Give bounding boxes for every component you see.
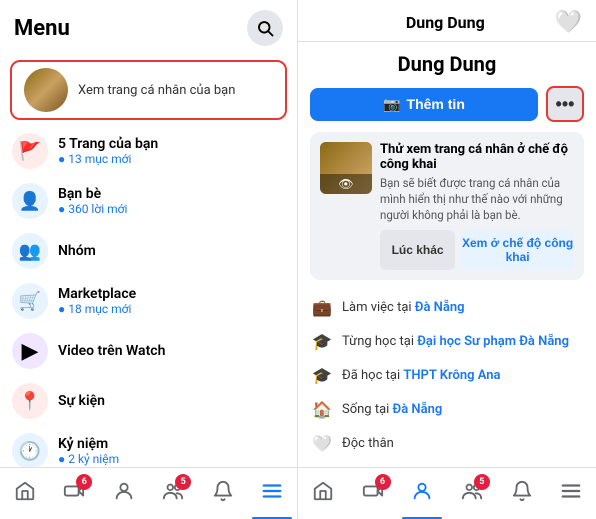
su-kien-icon: 📍 [12, 383, 48, 419]
profile-label: Xem trang cá nhân của bạn [78, 83, 235, 98]
nav-bell-right[interactable] [497, 468, 547, 519]
public-notice: 👁 Thử xem trang cá nhân ở chế độ công kh… [310, 132, 584, 280]
nav-video-left[interactable]: 6 [50, 468, 100, 519]
video-badge-left: 6 [76, 474, 92, 490]
tung-hoc-text: Từng học tại Đại học Sư phạm Đà Nẵng [342, 334, 569, 349]
nhom-title: Nhóm [58, 243, 96, 259]
menu-item-video[interactable]: ▶ Video trên Watch [0, 326, 297, 376]
marketplace-title: Marketplace [58, 286, 136, 302]
da-hoc-text: Đã học tại THPT Krông Ana [342, 368, 501, 383]
profile-icon-right [411, 480, 433, 508]
info-doc-than: 🤍 Độc thân [310, 426, 584, 460]
su-kien-title: Sự kiện [58, 393, 105, 409]
trang-sub: ● 13 mục mới [58, 152, 158, 166]
briefcase-icon: 💼 [310, 295, 334, 319]
menu-item-su-kien[interactable]: 📍 Sự kiện [0, 376, 297, 426]
menu-title: Menu [14, 16, 70, 41]
menu-item-ky-niem[interactable]: 🕐 Kỷ niệm ● 2 kỷ niệm [0, 426, 297, 467]
heart-icon: 🤍 [555, 10, 582, 35]
nav-video-right[interactable]: 6 [348, 468, 398, 519]
left-bottom-nav: 6 5 [0, 467, 297, 519]
notice-text: Thử xem trang cá nhân ở chế độ công khai… [380, 142, 574, 270]
ky-niem-icon: 🕐 [12, 433, 48, 467]
nav-friends-right[interactable]: 5 [447, 468, 497, 519]
more-options-button[interactable]: ••• [546, 86, 584, 122]
left-header: Menu [0, 0, 297, 52]
menu-item-trang[interactable]: 🚩 5 Trang của bạn ● 13 mục mới [0, 126, 297, 176]
home-icon [14, 480, 36, 508]
notice-avatar: 👁 [320, 142, 372, 194]
nav-profile-left[interactable] [99, 468, 149, 519]
ban-be-sub: ● 360 lời mới [58, 202, 127, 216]
right-header-title: Dung Dung [336, 13, 555, 32]
right-header: Dung Dung 🤍 [298, 0, 596, 42]
nav-menu-left[interactable] [248, 468, 298, 519]
graduation-icon-1: 🎓 [310, 329, 334, 353]
action-row: 📷 Thêm tin ••• [310, 86, 584, 122]
ky-niem-sub: ● 2 kỷ niệm [58, 452, 119, 466]
profile-item[interactable]: Xem trang cá nhân của bạn [10, 60, 287, 120]
marketplace-icon: 🛒 [12, 283, 48, 319]
trang-icon: 🚩 [12, 133, 48, 169]
right-panel: Dung Dung 🤍 Dung Dung 📷 Thêm tin ••• 👁 [298, 0, 596, 519]
more-dots-icon: ••• [556, 94, 575, 115]
heart-info-icon: 🤍 [310, 431, 334, 455]
search-button[interactable] [247, 10, 283, 46]
search-icon [256, 19, 274, 37]
info-da-hoc: 🎓 Đã học tại THPT Krông Ana [310, 358, 584, 392]
menu-icon-left [261, 480, 283, 508]
ban-be-icon: 👤 [12, 183, 48, 219]
xem-cong-khai-button[interactable]: Xem ở chế độ công khai [461, 230, 574, 270]
app-container: Menu Xem trang cá nhân của bạn 🚩 5 Trang… [0, 0, 596, 519]
them-tin-label: Thêm tin [407, 96, 465, 112]
nav-friends-left[interactable]: 5 [149, 468, 199, 519]
bell-icon-right [511, 480, 533, 508]
eye-icon: 👁 [338, 177, 353, 191]
menu-item-ban-be[interactable]: 👤 Bạn bè ● 360 lời mới [0, 176, 297, 226]
menu-items-list: Xem trang cá nhân của bạn 🚩 5 Trang của … [0, 52, 297, 467]
friends-badge-right: 5 [474, 474, 490, 490]
ban-be-title: Bạn bè [58, 186, 127, 202]
home-info-icon: 🏠 [310, 397, 334, 421]
right-bottom-nav: 6 5 [298, 467, 596, 519]
nav-bell-left[interactable] [198, 468, 248, 519]
nav-menu-right[interactable] [546, 468, 596, 519]
video-title: Video trên Watch [58, 343, 165, 359]
avatar [24, 68, 68, 112]
graduation-icon-2: 🎓 [310, 363, 334, 387]
doc-than-text: Độc thân [342, 436, 394, 451]
luc-khac-button[interactable]: Lúc khác [380, 230, 455, 270]
trang-title: 5 Trang của bạn [58, 136, 158, 152]
info-lam-viec: 💼 Làm việc tại Đà Nẵng [310, 290, 584, 324]
info-tung-hoc: 🎓 Từng học tại Đại học Sư phạm Đà Nẵng [310, 324, 584, 358]
right-content: Dung Dung 📷 Thêm tin ••• 👁 [298, 42, 596, 467]
lam-viec-text: Làm việc tại Đà Nẵng [342, 300, 465, 315]
camera-icon: 📷 [383, 96, 400, 113]
left-panel: Menu Xem trang cá nhân của bạn 🚩 5 Trang… [0, 0, 298, 519]
ky-niem-title: Kỷ niệm [58, 436, 119, 452]
nav-home-left[interactable] [0, 468, 50, 519]
menu-item-marketplace[interactable]: 🛒 Marketplace ● 18 mục mới [0, 276, 297, 326]
home-icon-right [312, 480, 334, 508]
notice-buttons: Lúc khác Xem ở chế độ công khai [380, 230, 574, 270]
profile-nav-icon [113, 480, 135, 508]
them-tin-button[interactable]: 📷 Thêm tin [310, 88, 538, 121]
marketplace-sub: ● 18 mục mới [58, 302, 136, 316]
notice-desc: Bạn sẽ biết được trang cá nhân của mình … [380, 175, 574, 223]
bell-icon-left [212, 480, 234, 508]
song-tai-text: Sống tại Đà Nẵng [342, 402, 442, 417]
notice-title: Thử xem trang cá nhân ở chế độ công khai [380, 142, 574, 172]
video-icon: ▶ [12, 333, 48, 369]
menu-item-nhom[interactable]: 👥 Nhóm [0, 226, 297, 276]
info-xem-them: ••• Xem thông tin giới thiệu của bạn [310, 460, 584, 467]
nav-home-right[interactable] [298, 468, 348, 519]
info-song-tai: 🏠 Sống tại Đà Nẵng [310, 392, 584, 426]
info-list: 💼 Làm việc tại Đà Nẵng 🎓 Từng học tại Đạ… [310, 290, 584, 467]
menu-icon-right [560, 480, 582, 508]
profile-name-big: Dung Dung [310, 52, 584, 76]
friends-badge-left: 5 [175, 474, 191, 490]
nav-profile-right[interactable] [397, 468, 447, 519]
video-badge-right: 6 [375, 474, 391, 490]
nhom-icon: 👥 [12, 233, 48, 269]
